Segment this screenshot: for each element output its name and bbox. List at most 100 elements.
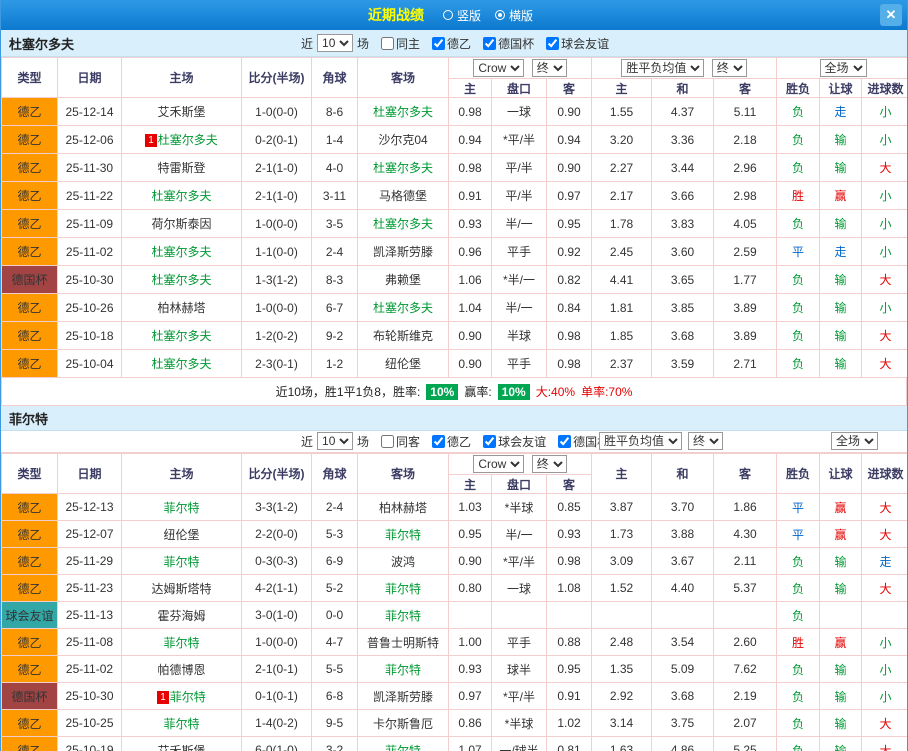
europe-odds-select[interactable]: 胜平负均值: [621, 59, 705, 77]
same-home-checkbox[interactable]: [381, 36, 395, 50]
corner-cell: 1-2: [311, 349, 358, 378]
team-name-link[interactable]: 柏林赫塔: [157, 301, 205, 315]
team-name-link[interactable]: 达姆斯塔特: [151, 582, 211, 596]
team-name-link[interactable]: 菲尔特: [385, 528, 421, 542]
team-name-link[interactable]: 柏林赫塔: [379, 501, 427, 515]
filter-league-friendly[interactable]: 球会友谊: [483, 433, 546, 450]
team-name-link[interactable]: 杜塞尔多夫: [158, 133, 218, 147]
corner-cell: 3-2: [311, 736, 358, 751]
league-cup-checkbox[interactable]: [483, 36, 497, 50]
team-name-link[interactable]: 马格德堡: [379, 189, 427, 203]
team-name-link[interactable]: 卡尔斯鲁厄: [373, 717, 433, 731]
team-name-link[interactable]: 杜塞尔多夫: [373, 217, 433, 231]
away-team-cell: 杜塞尔多夫: [357, 153, 449, 182]
goals-result-cell: 大: [861, 574, 907, 602]
team-name-link[interactable]: 纽伦堡: [163, 528, 199, 542]
team-name-link[interactable]: 杜塞尔多夫: [151, 245, 211, 259]
radio-unselected-icon[interactable]: [442, 10, 453, 20]
filter-league-dey[interactable]: 德乙: [432, 35, 471, 52]
record-summary: 近10场，胜1平1负8，胜率: 10% 赢率: 10% 大:40% 单率:70%: [1, 378, 907, 406]
team-name-link[interactable]: 杜塞尔多夫: [151, 189, 211, 203]
filter-league-friendly[interactable]: 球会友谊: [546, 35, 609, 52]
team-name-link[interactable]: 波鸿: [391, 555, 415, 569]
team-name-link[interactable]: 特雷斯登: [157, 161, 205, 175]
team-name-link[interactable]: 菲尔特: [163, 501, 199, 515]
asian-odds-cell: 1.06: [448, 265, 492, 294]
handicap-cell: *半/一: [491, 265, 547, 294]
team-name-link[interactable]: 菲尔特: [385, 609, 421, 623]
handicap-cell: 平手: [491, 237, 547, 266]
team-name-link[interactable]: 凯泽斯劳滕: [373, 245, 433, 259]
odds-company-select[interactable]: Crow: [473, 59, 525, 77]
team-name-link[interactable]: 杜塞尔多夫: [151, 357, 211, 371]
team-name-link[interactable]: 弗赖堡: [385, 273, 421, 287]
league-friendly-checkbox[interactable]: [483, 434, 497, 448]
europe-odds-cell: 2.19: [713, 682, 778, 710]
league-dey-checkbox[interactable]: [432, 36, 446, 50]
match-date-cell: 25-10-04: [57, 349, 122, 378]
team-name-link[interactable]: 凯泽斯劳滕: [373, 690, 433, 704]
team-name-link[interactable]: 杜塞尔多夫: [373, 301, 433, 315]
team-name-link[interactable]: 菲尔特: [385, 744, 421, 751]
away-team-cell: 布轮斯维克: [357, 321, 449, 350]
scope-select[interactable]: 全场: [831, 432, 878, 450]
checkbox-label: 德乙: [447, 36, 472, 51]
league-friendly-checkbox[interactable]: [546, 36, 560, 50]
team-name-link[interactable]: 杜塞尔多夫: [373, 161, 433, 175]
europe-odds-select[interactable]: 胜平负均值: [599, 432, 682, 450]
team-name-link[interactable]: 艾禾斯堡: [157, 105, 205, 119]
filter-same-away[interactable]: 同客: [381, 433, 420, 450]
team-name-link[interactable]: 普鲁士明斯特: [367, 636, 439, 650]
europe-time-select[interactable]: 终: [711, 59, 747, 77]
team-name-link[interactable]: 菲尔特: [385, 663, 421, 677]
home-team-cell: 1 菲尔特: [121, 682, 242, 710]
asian-odds-cell: 0.92: [545, 237, 593, 266]
close-button[interactable]: ✕: [880, 4, 902, 26]
radio-selected-icon[interactable]: [495, 10, 505, 20]
team-name-link[interactable]: 纽伦堡: [385, 357, 421, 371]
team-name-link[interactable]: 杜塞尔多夫: [151, 329, 211, 343]
europe-time-select[interactable]: 终: [688, 432, 723, 450]
match-date-cell: 25-10-30: [57, 265, 122, 294]
team-name-link[interactable]: 杜塞尔多夫: [151, 273, 211, 287]
handicap-result-cell: 输: [819, 655, 863, 683]
home-team-cell: 艾禾斯堡: [121, 97, 242, 126]
team-name-link[interactable]: 菲尔特: [385, 582, 421, 596]
odds-time-select[interactable]: 终: [531, 455, 567, 473]
team-name-link[interactable]: 帕德博恩: [157, 663, 205, 677]
score-cell: 0-2(0-1): [241, 125, 312, 154]
league-dey-checkbox[interactable]: [432, 434, 446, 448]
team-name-link[interactable]: 布轮斯维克: [373, 329, 433, 343]
team-name-link[interactable]: 艾禾斯堡: [157, 744, 205, 751]
team-name-link[interactable]: 菲尔特: [163, 555, 199, 569]
scope-select[interactable]: 全场: [819, 59, 867, 77]
recent-count-select[interactable]: 10: [317, 34, 354, 52]
filter-same-home[interactable]: 同主: [381, 35, 420, 52]
team-name-link[interactable]: 杜塞尔多夫: [373, 105, 433, 119]
filter-league-cup[interactable]: 德国杯: [483, 35, 534, 52]
handicap-result-cell: 输: [819, 293, 863, 322]
filter-league-dey[interactable]: 德乙: [432, 433, 471, 450]
europe-odds-cell: 3.20: [591, 125, 653, 154]
handicap-cell: 平/半: [491, 181, 547, 210]
layout-option-vertical[interactable]: 竖版: [442, 7, 481, 24]
league-cup-checkbox[interactable]: [558, 434, 572, 448]
home-team-cell: 霍芬海姆: [121, 601, 242, 629]
team-name-link[interactable]: 菲尔特: [163, 717, 199, 731]
team-name-link[interactable]: 霍芬海姆: [157, 609, 205, 623]
team-name-link[interactable]: 菲尔特: [163, 636, 199, 650]
score-cell: 3-3(1-2): [241, 493, 312, 521]
team-name-link[interactable]: 沙尔克04: [378, 133, 427, 147]
odds-time-select[interactable]: 终: [531, 59, 567, 77]
team-name-link[interactable]: 菲尔特: [170, 690, 206, 704]
same-away-checkbox[interactable]: [381, 434, 395, 448]
match-row: 德乙 25-10-04 杜塞尔多夫 2-3(0-1) 1-2 纽伦堡 0.90 平手 0.98 2…: [1, 349, 907, 378]
team-name-link[interactable]: 荷尔斯泰因: [151, 217, 211, 231]
away-team-cell: 菲尔特: [357, 601, 449, 629]
winloss-result-cell: 负: [776, 293, 821, 322]
layout-option-horizontal[interactable]: 横版: [495, 7, 533, 24]
odds-company-select[interactable]: Crow: [473, 455, 525, 473]
asian-odds-cell: 0.98: [448, 153, 492, 182]
summary-text: 单率:70%: [581, 385, 633, 399]
recent-count-select[interactable]: 10: [317, 432, 354, 450]
